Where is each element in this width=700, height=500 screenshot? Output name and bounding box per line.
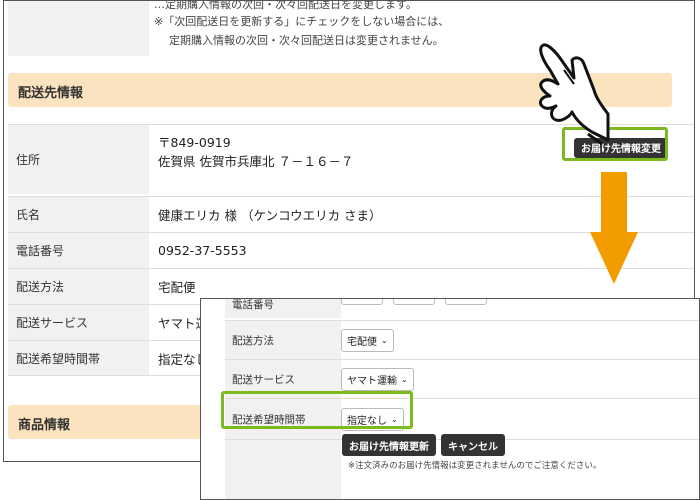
chevron-down-icon: ⌄ [401, 374, 408, 384]
phone-value: 0952-37-5553 [158, 243, 247, 258]
phone-field-3[interactable] [445, 299, 487, 305]
service-select[interactable]: ヤマト運輸 ⌄ [341, 367, 414, 391]
method-value: 宅配便 [158, 280, 196, 295]
note-line-1: …定期購入情報の次回・次々回配送日を変更します。 [154, 0, 417, 11]
time-row-highlight [221, 391, 413, 429]
method-select-value: 宅配便 [347, 336, 377, 348]
service-label: 配送サービス [8, 305, 149, 340]
arrow-head-shape [590, 232, 638, 284]
phone-field-2[interactable] [393, 299, 435, 305]
note-label-cell [8, 1, 149, 56]
postal-code: 〒849-0919 [158, 135, 231, 150]
method-select[interactable]: 宅配便 ⌄ [341, 328, 394, 352]
note-line-2: ※「次回配送日を更新する」にチェックをしない場合には、 [154, 15, 450, 28]
button-row-label-cell [225, 440, 341, 499]
arrow-down-icon [601, 172, 627, 234]
phone-label: 電話番号 [8, 233, 149, 268]
form-notice: ※注文済みのお届け先情報は変更されませんのでご注意ください。 [348, 461, 602, 471]
name-label: 氏名 [8, 197, 149, 232]
chevron-down-icon: ⌄ [381, 335, 388, 345]
note-line-3: 定期購入情報の次回・次々回配送日は変更されません。 [169, 34, 444, 47]
address-value: 〒849-0919 佐賀県 佐賀市兵庫北 ７－１６－７ [158, 125, 353, 194]
name-value: 健康エリカ 様 （ケンコウエリカ さま） [158, 208, 382, 223]
form-method-label: 配送方法 [225, 321, 341, 359]
address-text: 佐賀県 佐賀市兵庫北 ７－１６－７ [158, 154, 354, 169]
row-name: 氏名 健康エリカ 様 （ケンコウエリカ さま） [8, 196, 694, 232]
update-address-button[interactable]: お届け先情報更新 [342, 434, 436, 456]
cancel-button[interactable]: キャンセル [441, 434, 505, 456]
time-label: 配送希望時間帯 [8, 341, 149, 375]
phone-label-cut: 電話番号 [225, 299, 341, 318]
phone-field-1[interactable] [341, 299, 383, 305]
service-select-value: ヤマト運輸 [347, 375, 397, 387]
address-label: 住所 [8, 125, 149, 194]
hand-pointer-icon [538, 43, 610, 146]
method-label: 配送方法 [8, 269, 149, 304]
